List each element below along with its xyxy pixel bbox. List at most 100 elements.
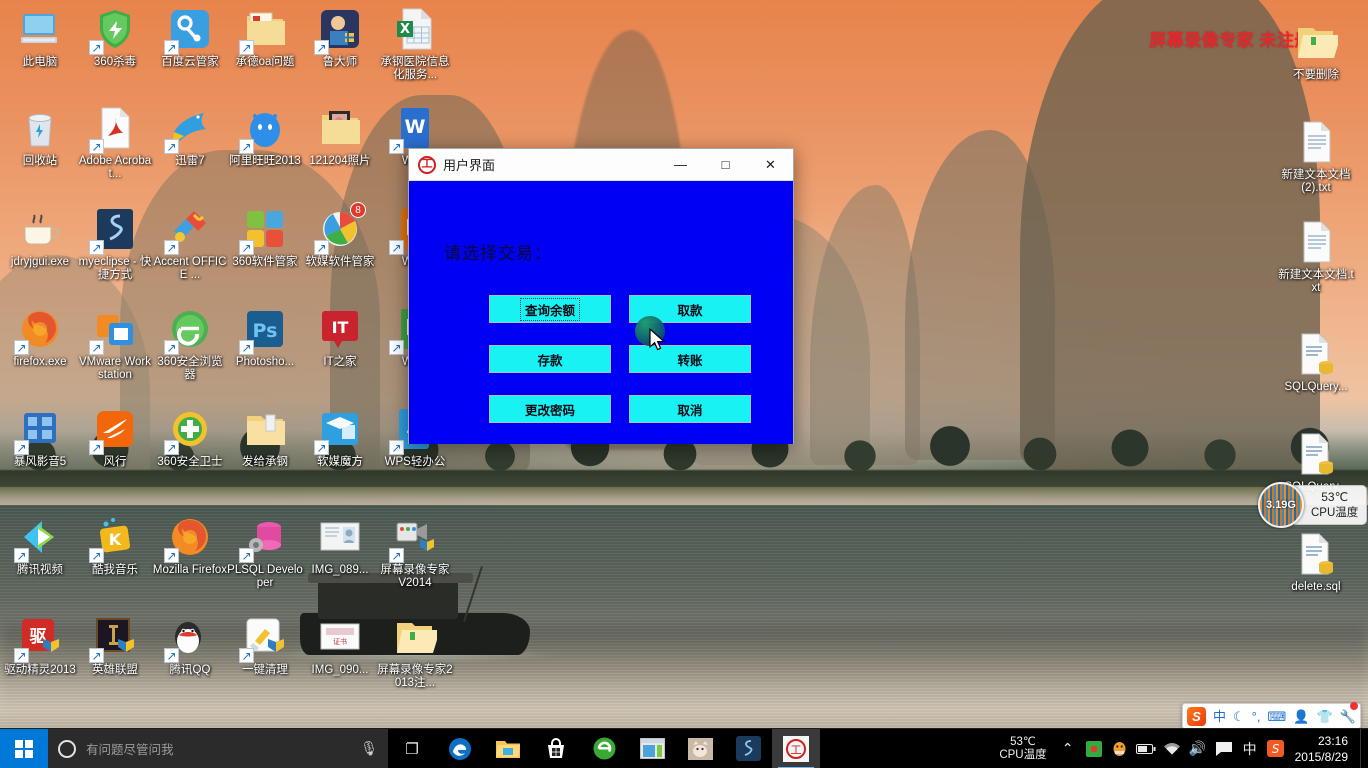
desktop-icon-tencent-video[interactable]: 腾讯视频 xyxy=(2,513,78,577)
desktop-icon-folder-photos[interactable]: 121204照片 xyxy=(302,104,378,168)
desktop-icon-screen-recorder[interactable]: 屏幕录像专家V2014 xyxy=(377,513,453,590)
minimize-button[interactable]: — xyxy=(658,149,703,181)
ime-mode-toggle[interactable]: 中 xyxy=(1213,710,1226,723)
taskbar-item-360-browser[interactable] xyxy=(580,729,628,768)
maximize-button[interactable]: □ xyxy=(703,149,748,181)
desktop-icon-kuwo[interactable]: K 酷我音乐 xyxy=(77,513,153,577)
desktop-icon-label: 鲁大师 xyxy=(322,56,358,68)
notification-icon[interactable] xyxy=(1211,729,1237,768)
start-button[interactable] xyxy=(0,728,48,768)
taskbar[interactable]: 有问题尽管问我 🎙 ❐ 工 53℃ CPU温度 ⌃ 🔊 中 S 23:16 20… xyxy=(0,728,1368,768)
desktop-icon-baofeng[interactable]: 暴风影音5 xyxy=(2,405,78,469)
chevron-up-icon[interactable]: ⌃ xyxy=(1055,729,1081,768)
desktop-icon-sql-file[interactable]: delete.sql xyxy=(1278,530,1354,594)
system-tray[interactable]: 53℃ CPU温度 ⌃ 🔊 中 S 23:16 2015/8/29 xyxy=(991,728,1368,768)
360-shield-icon[interactable] xyxy=(1081,729,1107,768)
taskbar-item-java-atm-app[interactable]: 工 xyxy=(772,728,820,768)
cpu-temp-widget[interactable]: 3.19G 53℃ CPU温度 xyxy=(1258,482,1368,528)
desktop-icon-text-file[interactable]: 新建文本文档.txt xyxy=(1278,218,1354,295)
withdraw-button[interactable]: 取款 xyxy=(629,295,751,323)
battery-icon[interactable] xyxy=(1133,729,1159,768)
taskbar-item-photo-viewer[interactable] xyxy=(676,729,724,768)
desktop-icon-label: 风行 xyxy=(103,456,127,468)
desktop-icon-qq[interactable]: 腾讯QQ xyxy=(152,613,228,677)
desktop-icon-folder-open[interactable]: 屏幕录像专家2013注... xyxy=(377,613,453,690)
moon-icon[interactable]: ☾ xyxy=(1233,710,1245,723)
desktop-icon-myeclipse[interactable]: myeclipse - 快捷方式 xyxy=(77,205,153,282)
window-title-bar[interactable]: 工 用户界面 — □ ✕ xyxy=(409,149,793,181)
desktop-icon-computer[interactable]: 此电脑 xyxy=(2,5,78,69)
sogou-tray-icon[interactable]: S xyxy=(1263,729,1289,768)
wifi-icon[interactable] xyxy=(1159,729,1185,768)
taskbar-clock[interactable]: 23:16 2015/8/29 xyxy=(1289,733,1360,765)
desktop-icon-lol[interactable]: 英雄联盟 xyxy=(77,613,153,677)
tencent-video-icon xyxy=(14,513,64,563)
volume-icon[interactable]: 🔊 xyxy=(1185,729,1211,768)
cancel-button[interactable]: 取消 xyxy=(629,395,751,423)
baofeng-icon xyxy=(14,405,64,455)
taskbar-item-window-app[interactable] xyxy=(628,729,676,768)
qq-icon[interactable] xyxy=(1107,729,1133,768)
wrench-icon[interactable]: 🔧 xyxy=(1340,702,1358,723)
desktop-icon-folder[interactable]: 发给承钢 xyxy=(227,405,303,469)
search-input[interactable]: 有问题尽管问我 🎙 xyxy=(48,728,388,768)
transfer-button[interactable]: 转账 xyxy=(629,345,751,373)
change-password-button[interactable]: 更改密码 xyxy=(489,395,611,423)
desktop-icon-image-idcard[interactable]: IMG_089... xyxy=(302,513,378,577)
desktop-icon-ruanmei[interactable]: 8软媒软件管家 xyxy=(302,202,378,269)
user-icon[interactable]: 👤 xyxy=(1293,710,1309,723)
user-interface-window[interactable]: 工 用户界面 — □ ✕ 请选择交易： 查询余额 取款 存款 转账 更改密码 取… xyxy=(408,148,794,444)
taskbar-item-edge[interactable] xyxy=(436,729,484,768)
desktop-icon-folder-pdf[interactable]: 承德oa问题 xyxy=(227,5,303,69)
taskbar-item-file-explorer[interactable] xyxy=(484,729,532,768)
window-title: 用户界面 xyxy=(443,158,496,173)
desktop-icon-plsql[interactable]: PLSQL Developer xyxy=(227,513,303,590)
desktop-icon-excel[interactable]: X 承钢医院信息化服务... xyxy=(377,5,453,82)
close-button[interactable]: ✕ xyxy=(748,149,793,181)
desktop-icon-text-file[interactable]: 新建文本文档 (2).txt xyxy=(1278,118,1354,195)
desktop-icon-360-guard[interactable]: 360安全卫士 xyxy=(152,405,228,469)
kuwo-icon: K xyxy=(89,513,139,563)
comma-icon[interactable]: °, xyxy=(1252,710,1261,723)
taskbar-item-store[interactable] xyxy=(532,729,580,768)
desktop-icon-firefox[interactable]: firefox.exe xyxy=(2,305,78,369)
desktop-icon-baidu-cloud[interactable]: 百度云管家 xyxy=(152,5,228,69)
desktop-icon-ruanmei-cube[interactable]: 软媒魔方 xyxy=(302,405,378,469)
sogou-icon[interactable]: S xyxy=(1187,706,1206,726)
keyboard-icon[interactable]: ⌨ xyxy=(1267,710,1286,723)
microphone-icon[interactable]: 🎙 xyxy=(360,740,378,757)
desktop-icon-image-cert[interactable]: 证书 IMG_090... xyxy=(302,613,378,677)
skin-icon[interactable]: 👕 xyxy=(1316,710,1332,723)
shortcut-overlay-icon xyxy=(239,240,254,255)
desktop-icon-360-software[interactable]: 360软件管家 xyxy=(227,205,303,269)
desktop-icon-broom-clean[interactable]: 一键清理 xyxy=(227,613,303,677)
desktop-icon-vmware[interactable]: VMware Workstation xyxy=(77,305,153,382)
desktop-icon-acrobat[interactable]: Adobe Acrobat... xyxy=(77,104,153,181)
desktop-icon-thunder-bird[interactable]: 迅雷7 xyxy=(152,104,228,168)
desktop-icon-folder-open[interactable]: 不要删除 xyxy=(1278,18,1354,82)
desktop-icon-ludashi[interactable]: 鲁大师 xyxy=(302,5,378,69)
desktop-icon-key[interactable]: Accent OFFICE ... xyxy=(152,205,228,282)
desktop-icon-shield-green[interactable]: 360杀毒 xyxy=(77,5,153,69)
sql-file-icon xyxy=(1292,530,1340,578)
ime-cn-icon[interactable]: 中 xyxy=(1237,729,1263,768)
desktop-icon-firefox[interactable]: Mozilla Firefox xyxy=(152,513,228,577)
qq-icon xyxy=(164,613,214,663)
desktop-icon-ithome[interactable]: IT IT之家 xyxy=(302,305,378,369)
desktop-icon-driver-genius[interactable]: 驱驱动精灵2013 xyxy=(2,613,78,677)
desktop[interactable]: 屏幕录像专家 未注册 此电脑360杀毒百度云管家承德oa问题鲁大师X承钢医院信息… xyxy=(0,0,1368,768)
desktop-icon-aliwangwang[interactable]: 阿里旺旺2013 xyxy=(227,104,303,168)
shortcut-overlay-icon xyxy=(164,440,179,455)
deposit-button[interactable]: 存款 xyxy=(489,345,611,373)
ime-floating-bar[interactable]: S 中 ☾ °, ⌨ 👤 👕 🔧 xyxy=(1182,702,1361,729)
query-balance-button[interactable]: 查询余额 xyxy=(489,295,611,323)
taskbar-item-myeclipse[interactable] xyxy=(724,729,772,768)
desktop-icon-360-browser[interactable]: 360安全浏览器 xyxy=(152,305,228,382)
show-desktop-button[interactable] xyxy=(1360,728,1368,768)
desktop-icon-sql-file[interactable]: SQLQuery... xyxy=(1278,330,1354,394)
desktop-icon-java-coffee[interactable]: jdryjgui.exe xyxy=(2,205,78,269)
desktop-icon-photoshop[interactable]: Ps Photosho... xyxy=(227,305,303,369)
desktop-icon-funshion[interactable]: 风行 xyxy=(77,405,153,469)
task-view-button[interactable]: ❐ xyxy=(388,729,436,768)
desktop-icon-recycle-bin[interactable]: 回收站 xyxy=(2,104,78,168)
